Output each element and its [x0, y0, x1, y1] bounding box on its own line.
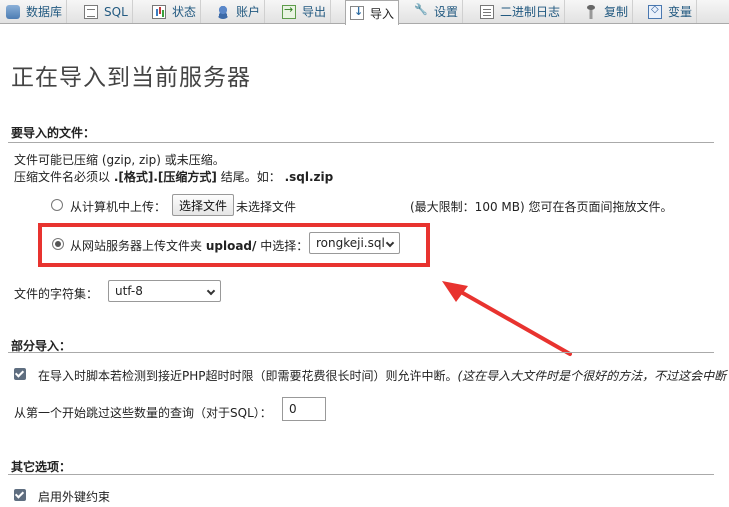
- tab-binary-log[interactable]: 二进制日志: [476, 0, 566, 23]
- upload-computer-label: 从计算机中上传：: [70, 200, 167, 214]
- compression-note: 文件可能已压缩 (gzip, zip) 或未压缩。: [14, 153, 225, 167]
- tab-status[interactable]: 状态: [148, 0, 202, 23]
- section-divider: [8, 142, 714, 143]
- tab-sql[interactable]: SQL: [80, 0, 133, 23]
- sql-icon: [84, 4, 98, 19]
- chevron-down-icon: [206, 286, 216, 296]
- user-icon: [216, 4, 230, 19]
- status-icon: [152, 4, 166, 19]
- tab-import[interactable]: 导入: [345, 0, 400, 25]
- foreign-key-label: 启用外键约束: [38, 490, 111, 504]
- upload-computer-radio[interactable]: [51, 199, 63, 211]
- export-icon: [282, 3, 296, 19]
- server-tab-bar: 数据库 SQL 状态 账户 导出 导入 设置 二进制日志 复制 变量: [0, 0, 729, 25]
- other-section-heading: 其它选项：: [11, 460, 72, 474]
- skip-queries-label: 从第一个开始跳过这些数量的查询（对于SQL）：: [14, 406, 272, 420]
- charset-select[interactable]: utf-8: [108, 280, 221, 302]
- foreign-key-checkbox[interactable]: [14, 489, 26, 501]
- max-size-note: (最大限制：100 MB) 您可在各页面间拖放文件。: [410, 200, 673, 214]
- choose-file-button[interactable]: 选择文件: [172, 194, 235, 216]
- tab-databases[interactable]: 数据库: [2, 0, 68, 23]
- highlight-annotation-box: [38, 223, 430, 267]
- tab-export[interactable]: 导出: [278, 0, 332, 23]
- tab-variables[interactable]: 变量: [644, 0, 698, 23]
- file-section-heading: 要导入的文件：: [11, 126, 96, 140]
- section-divider: [8, 474, 714, 475]
- allow-interrupt-checkbox[interactable]: [14, 368, 26, 380]
- no-file-selected-text: 未选择文件: [236, 200, 297, 214]
- tab-settings[interactable]: 设置: [410, 0, 464, 23]
- tab-accounts[interactable]: 账户: [212, 0, 266, 23]
- charset-label: 文件的字符集：: [14, 287, 99, 301]
- compression-format-note: 压缩文件名必须以 .[格式].[压缩方式] 结尾。如： .sql.zip: [14, 170, 334, 184]
- allow-interrupt-label: 在导入时脚本若检测到接近PHP超时时限（即需要花费很长时间）则允许中断。(这在导…: [38, 369, 727, 383]
- import-icon: [350, 5, 364, 20]
- annotation-arrow-icon: [442, 281, 572, 356]
- wrench-icon: [414, 3, 428, 19]
- replication-icon: [584, 4, 598, 19]
- page-title: 正在导入到当前服务器: [11, 65, 251, 91]
- tab-replication[interactable]: 复制: [580, 0, 634, 23]
- variables-icon: [648, 4, 662, 19]
- section-divider: [8, 352, 714, 353]
- binlog-icon: [480, 4, 494, 19]
- skip-queries-input[interactable]: [282, 397, 326, 421]
- database-icon: [6, 4, 20, 19]
